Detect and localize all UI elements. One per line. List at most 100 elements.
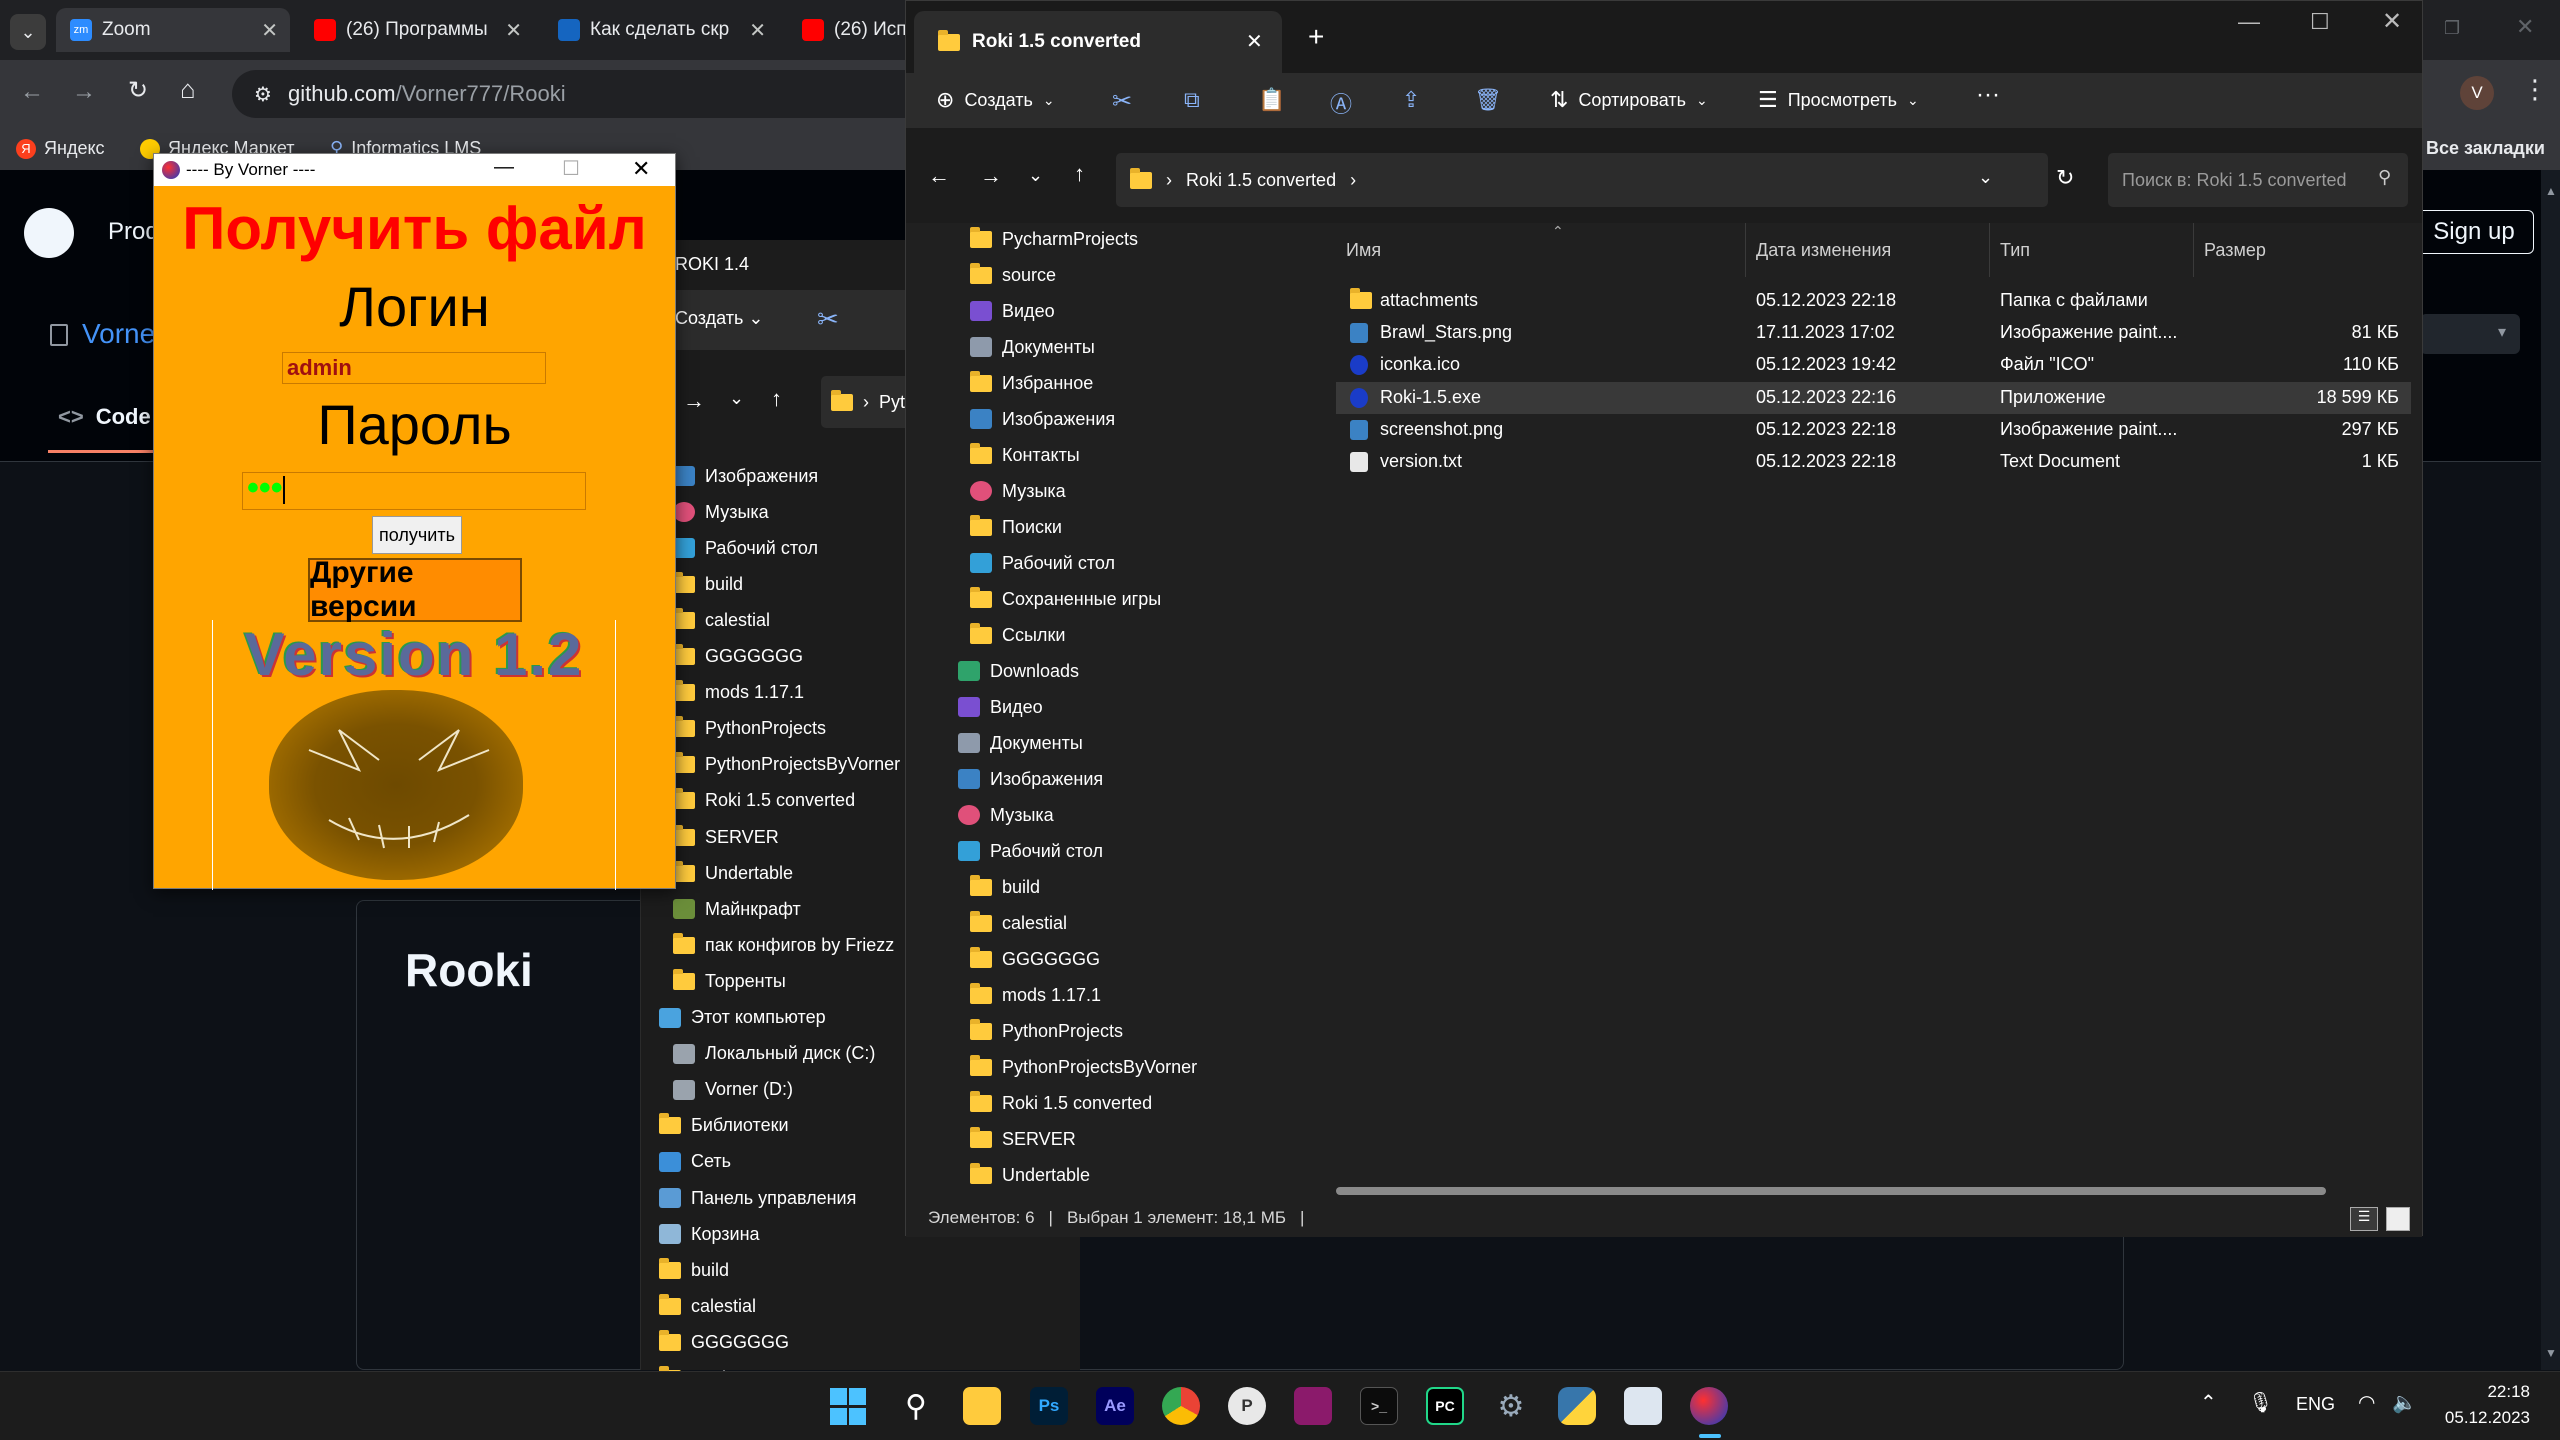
cut-icon[interactable]: ✂: [817, 304, 839, 335]
close-icon[interactable]: ✕: [1246, 29, 1263, 54]
maximize-icon[interactable]: ☐: [562, 156, 580, 181]
cut-icon[interactable]: ✂: [1112, 87, 1132, 116]
site-info-icon[interactable]: ⚙: [254, 82, 272, 107]
refresh-icon[interactable]: ↻: [2056, 165, 2074, 191]
file-row[interactable]: version.txt 05.12.2023 22:18 Text Document…: [1336, 446, 2411, 478]
column-size[interactable]: Размер: [2194, 223, 2324, 277]
tree-item[interactable]: Рабочий стол: [673, 532, 818, 564]
other-versions-button[interactable]: Другие версии: [308, 556, 522, 623]
tree-item[interactable]: Майнкрафт: [673, 893, 801, 925]
nav-item[interactable]: Undertable: [970, 1159, 1090, 1191]
forward-icon[interactable]: →: [72, 78, 96, 106]
microphone-icon[interactable]: 🎙: [2248, 1390, 2273, 1415]
nav-item[interactable]: Контакты: [970, 439, 1080, 471]
tree-item[interactable]: build: [673, 568, 743, 600]
nav-item[interactable]: Сохраненные игры: [970, 583, 1161, 615]
scroll-down-icon[interactable]: ▼: [2545, 1346, 2557, 1360]
horizontal-scrollbar[interactable]: [1336, 1187, 2326, 1195]
bookmark-yandex[interactable]: Я Яндекс: [16, 138, 105, 159]
browser-tab[interactable]: (26) Программы ✕: [300, 8, 534, 52]
nav-item[interactable]: Музыка: [958, 799, 1054, 831]
tree-item[interactable]: Музыка: [673, 496, 769, 528]
minimize-icon[interactable]: —: [494, 156, 514, 179]
python-icon[interactable]: [1558, 1387, 1596, 1425]
forward-icon[interactable]: →: [980, 163, 1002, 189]
explorer-tab[interactable]: Roki 1.5 converted ✕: [914, 11, 1282, 73]
tree-item[interactable]: build: [659, 1254, 729, 1286]
back-icon[interactable]: ←: [928, 163, 950, 189]
github-logo-icon[interactable]: [24, 208, 74, 258]
nav-item[interactable]: Roki 1.5 converted: [970, 1087, 1152, 1119]
close-icon[interactable]: ✕: [505, 18, 522, 43]
minimize-icon[interactable]: —: [2238, 9, 2260, 35]
nav-item[interactable]: Изображения: [970, 403, 1115, 435]
nav-item[interactable]: mods 1.17.1: [970, 979, 1101, 1011]
nav-item[interactable]: PythonProjectsByVorner: [970, 1051, 1197, 1083]
nav-item[interactable]: Рабочий стол: [958, 835, 1103, 867]
nav-item[interactable]: calestial: [970, 907, 1067, 939]
search-input[interactable]: Поиск в: Roki 1.5 converted ⚲: [2108, 153, 2408, 207]
close-icon[interactable]: ✕: [749, 18, 766, 43]
tree-item[interactable]: mods 1.17.1: [673, 677, 804, 709]
file-explorer-icon[interactable]: [963, 1387, 1001, 1425]
winrar-icon[interactable]: [1294, 1387, 1332, 1425]
terminal-icon[interactable]: >_: [1360, 1387, 1398, 1425]
nav-item[interactable]: SERVER: [970, 1123, 1076, 1155]
settings-icon[interactable]: ⚙: [1492, 1387, 1530, 1425]
nav-item[interactable]: PycharmProjects: [970, 223, 1138, 255]
chrome-icon[interactable]: [1162, 1387, 1200, 1425]
nav-item[interactable]: Рабочий стол: [970, 547, 1115, 579]
column-type[interactable]: Тип: [1990, 223, 2194, 277]
volume-icon[interactable]: 🔈: [2392, 1390, 2417, 1415]
page-scrollbar[interactable]: ▲ ▼: [2541, 170, 2560, 1370]
password-input[interactable]: •••: [242, 471, 586, 510]
all-bookmarks[interactable]: Все закладки: [2426, 138, 2545, 159]
nav-item[interactable]: Документы: [970, 331, 1095, 363]
pycharm-icon[interactable]: PC: [1426, 1387, 1464, 1425]
photoshop-icon[interactable]: Ps: [1030, 1387, 1068, 1425]
reload-icon[interactable]: ↻: [128, 76, 148, 105]
browser-tab[interactable]: (26) Испо: [788, 8, 908, 52]
column-name[interactable]: Имя: [1336, 223, 1746, 277]
window-close-icon[interactable]: ✕: [2382, 7, 2402, 36]
nav-item[interactable]: Downloads: [958, 655, 1079, 687]
nav-item[interactable]: Поиски: [970, 511, 1062, 543]
nav-item[interactable]: build: [970, 871, 1040, 903]
window-restore-icon[interactable]: ❐: [2444, 18, 2460, 39]
tree-item[interactable]: PythonProjectsByVorner: [673, 749, 900, 781]
tree-item[interactable]: Vorner (D:): [673, 1074, 793, 1106]
create-button[interactable]: ⊕ Создать ⌄: [936, 87, 1055, 113]
window-close-icon[interactable]: ✕: [632, 156, 650, 182]
nav-product[interactable]: Prod: [108, 218, 159, 246]
sign-up-button[interactable]: Sign up: [2414, 210, 2534, 254]
after-effects-icon[interactable]: Ae: [1096, 1387, 1134, 1425]
browser-tab[interactable]: zm Zoom ✕: [56, 8, 290, 52]
file-row[interactable]: attachments 05.12.2023 22:18 Папка с файла…: [1336, 285, 2411, 317]
tree-item[interactable]: Сеть: [659, 1146, 731, 1178]
clock-date[interactable]: 05.12.2023: [2420, 1408, 2530, 1428]
create-button[interactable]: Создать ⌄: [675, 308, 764, 329]
nav-item[interactable]: Музыка: [970, 475, 1066, 507]
maximize-icon[interactable]: ☐: [2310, 9, 2330, 35]
nav-item[interactable]: Изображения: [958, 763, 1103, 795]
dropdown-button[interactable]: ▾: [2420, 314, 2520, 354]
recent-icon[interactable]: ⌄: [729, 388, 744, 409]
column-date[interactable]: Дата изменения: [1746, 223, 1990, 277]
file-row[interactable]: iconka.ico 05.12.2023 19:42 Файл "ICO" 110 …: [1336, 349, 2411, 381]
repo-owner-link[interactable]: Vorne: [82, 318, 155, 350]
scroll-up-icon[interactable]: ▲: [2545, 184, 2557, 198]
nav-item[interactable]: Избранное: [970, 367, 1093, 399]
sort-button[interactable]: ⇅ Сортировать ⌄: [1550, 87, 1708, 113]
share-icon[interactable]: ⇪: [1402, 87, 1420, 113]
file-row[interactable]: Roki-1.5.exe 05.12.2023 22:16 Приложение 18…: [1336, 381, 2411, 414]
tree-item[interactable]: Панель управления: [659, 1182, 856, 1214]
image-editor-icon[interactable]: [1624, 1387, 1662, 1425]
delete-icon[interactable]: 🗑: [1474, 87, 1502, 113]
get-button[interactable]: получить: [372, 516, 462, 554]
tree-item[interactable]: Изображения: [673, 460, 818, 492]
avatar[interactable]: V: [2460, 76, 2494, 110]
up-icon[interactable]: ↑: [771, 386, 782, 412]
pixiv-icon[interactable]: P: [1228, 1387, 1266, 1425]
file-row[interactable]: screenshot.png 05.12.2023 22:18 Изображени…: [1336, 414, 2411, 446]
close-icon[interactable]: ✕: [261, 18, 278, 43]
